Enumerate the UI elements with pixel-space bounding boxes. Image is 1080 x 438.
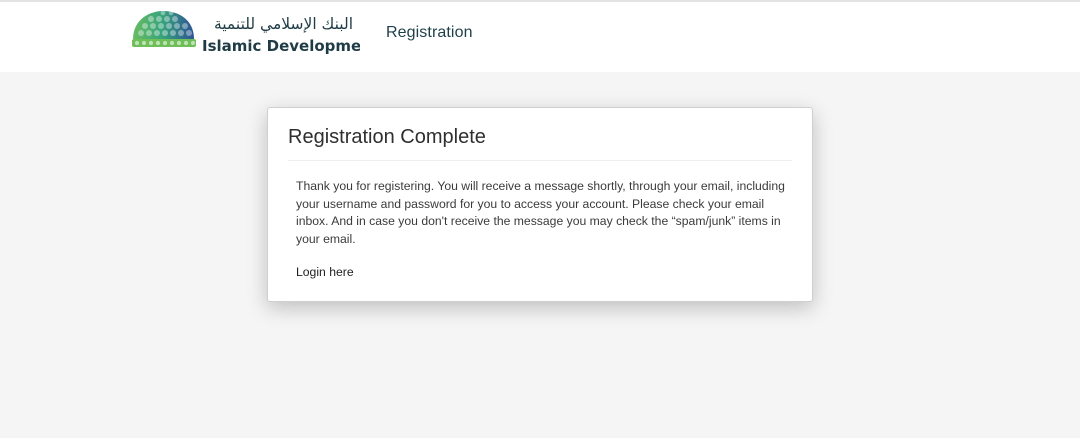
card-title: Registration Complete	[288, 126, 486, 148]
english-logo-text: Islamic Development Bank	[202, 37, 360, 55]
registration-message: Thank you for registering. You will rece…	[296, 179, 785, 246]
logo-graphic: البنك الإسلامي للتنمية Islamic Developme…	[132, 10, 360, 55]
dome-icon	[132, 10, 196, 47]
registration-nav-link[interactable]: Registration	[386, 24, 473, 42]
login-link[interactable]: Login here	[296, 265, 354, 279]
arabic-logo-text: البنك الإسلامي للتنمية	[214, 15, 353, 34]
card-divider	[288, 160, 792, 161]
site-header: البنك الإسلامي للتنمية Islamic Developme…	[0, 2, 1080, 72]
idb-logo[interactable]: البنك الإسلامي للتنمية Islamic Developme…	[130, 8, 360, 58]
registration-card: Registration Complete Thank you for regi…	[267, 107, 813, 302]
